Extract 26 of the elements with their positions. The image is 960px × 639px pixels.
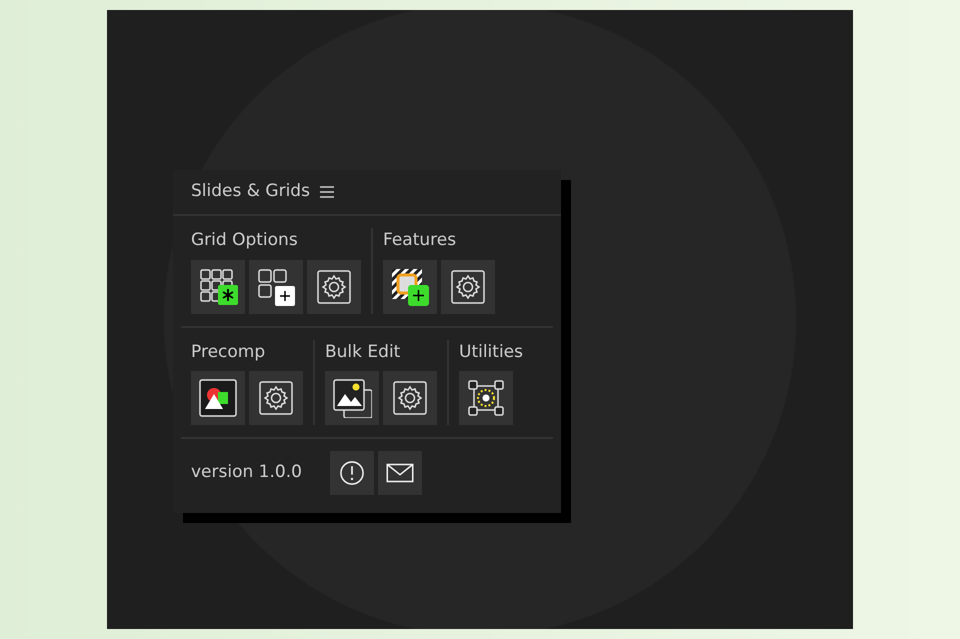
tool-button[interactable] <box>441 260 495 314</box>
section-label: Grid Options <box>191 229 299 252</box>
version-label: version 1.0.0 <box>191 461 302 484</box>
grid-plus-icon <box>256 266 296 306</box>
layer-plus-icon <box>390 266 430 306</box>
tool-button[interactable] <box>191 371 245 425</box>
shapes-icon <box>198 378 238 418</box>
section-label: Bulk Edit <box>325 340 402 364</box>
images-icon <box>332 378 372 418</box>
tool-button[interactable] <box>378 451 422 495</box>
tool-button[interactable] <box>459 371 513 425</box>
tool-button[interactable] <box>383 371 437 425</box>
tool-button[interactable] <box>325 371 379 425</box>
tool-button[interactable] <box>191 260 245 314</box>
tool-button[interactable] <box>330 451 374 495</box>
tool-button[interactable] <box>383 260 437 314</box>
tool-button[interactable] <box>249 371 303 425</box>
anchor-point-icon <box>466 378 506 418</box>
panel-title: Slides & Grids <box>191 180 310 204</box>
tool-button[interactable] <box>249 260 303 314</box>
grid-asterisk-icon <box>198 266 238 306</box>
section-label: Precomp <box>191 340 266 364</box>
menu-icon[interactable] <box>320 186 334 198</box>
tool-button[interactable] <box>307 260 361 314</box>
section-label: Features <box>383 229 458 252</box>
section-label: Utilities <box>459 340 523 364</box>
